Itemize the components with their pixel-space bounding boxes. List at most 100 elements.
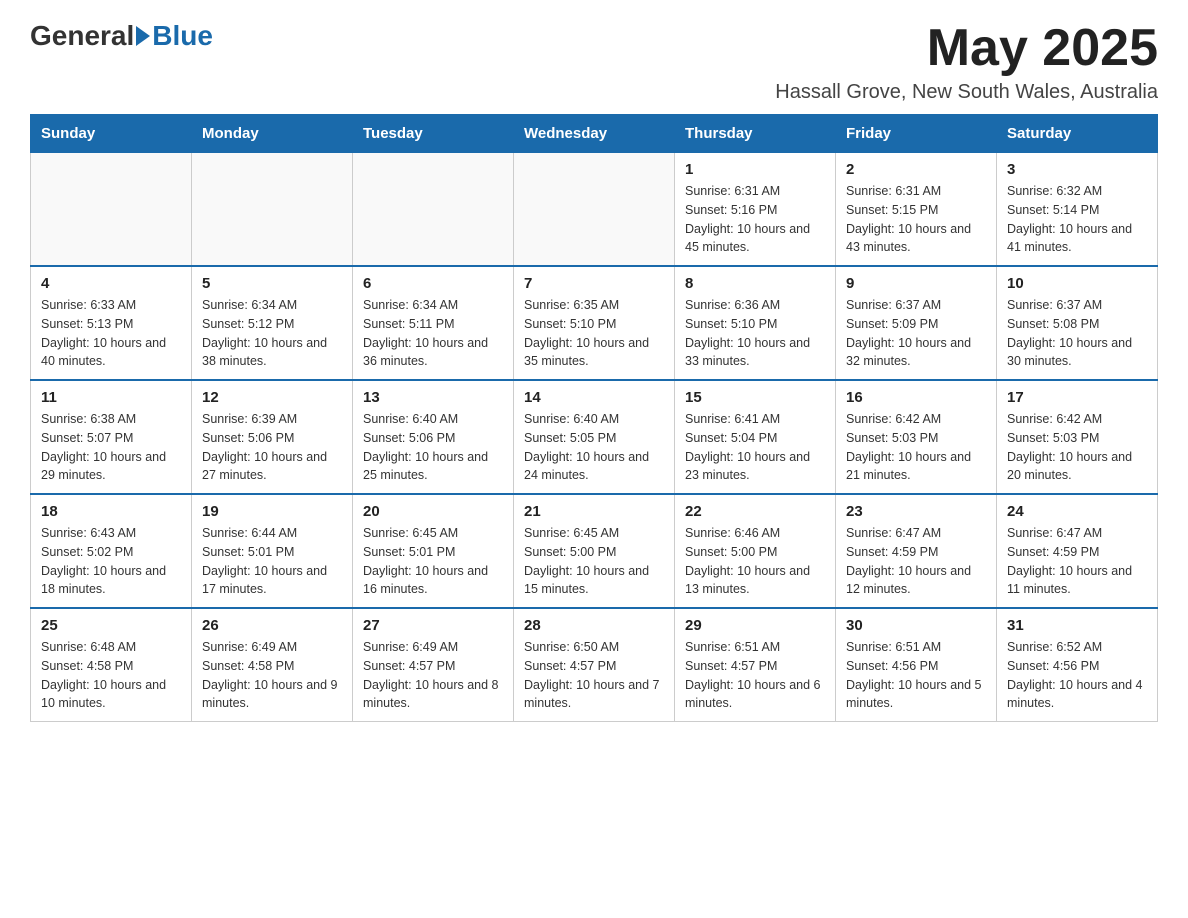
- day-info: Sunrise: 6:48 AM Sunset: 4:58 PM Dayligh…: [41, 638, 181, 713]
- day-number: 20: [363, 503, 503, 520]
- day-info: Sunrise: 6:41 AM Sunset: 5:04 PM Dayligh…: [685, 410, 825, 485]
- day-number: 7: [524, 275, 664, 292]
- day-info: Sunrise: 6:51 AM Sunset: 4:57 PM Dayligh…: [685, 638, 825, 713]
- calendar-cell: 15 Sunrise: 6:41 AM Sunset: 5:04 PM Dayli…: [675, 380, 836, 494]
- calendar-header-row: SundayMondayTuesdayWednesdayThursdayFrid…: [31, 115, 1158, 153]
- calendar-cell: 1 Sunrise: 6:31 AM Sunset: 5:16 PM Daylig…: [675, 153, 836, 267]
- day-info: Sunrise: 6:37 AM Sunset: 5:08 PM Dayligh…: [1007, 296, 1147, 371]
- day-info: Sunrise: 6:44 AM Sunset: 5:01 PM Dayligh…: [202, 524, 342, 599]
- month-title: May 2025: [775, 20, 1158, 77]
- day-info: Sunrise: 6:34 AM Sunset: 5:12 PM Dayligh…: [202, 296, 342, 371]
- calendar-header-friday: Friday: [836, 115, 997, 153]
- day-number: 10: [1007, 275, 1147, 292]
- day-number: 6: [363, 275, 503, 292]
- day-info: Sunrise: 6:43 AM Sunset: 5:02 PM Dayligh…: [41, 524, 181, 599]
- day-info: Sunrise: 6:42 AM Sunset: 5:03 PM Dayligh…: [846, 410, 986, 485]
- calendar-cell: 30 Sunrise: 6:51 AM Sunset: 4:56 PM Dayli…: [836, 608, 997, 722]
- day-info: Sunrise: 6:36 AM Sunset: 5:10 PM Dayligh…: [685, 296, 825, 371]
- day-info: Sunrise: 6:50 AM Sunset: 4:57 PM Dayligh…: [524, 638, 664, 713]
- logo-triangle-icon: [136, 26, 150, 46]
- calendar-cell: 10 Sunrise: 6:37 AM Sunset: 5:08 PM Dayli…: [997, 266, 1158, 380]
- calendar-table: SundayMondayTuesdayWednesdayThursdayFrid…: [30, 114, 1158, 722]
- calendar-cell: 7 Sunrise: 6:35 AM Sunset: 5:10 PM Daylig…: [514, 266, 675, 380]
- day-number: 12: [202, 389, 342, 406]
- calendar-cell: 31 Sunrise: 6:52 AM Sunset: 4:56 PM Dayli…: [997, 608, 1158, 722]
- day-number: 9: [846, 275, 986, 292]
- calendar-cell: 13 Sunrise: 6:40 AM Sunset: 5:06 PM Dayli…: [353, 380, 514, 494]
- day-info: Sunrise: 6:37 AM Sunset: 5:09 PM Dayligh…: [846, 296, 986, 371]
- calendar-cell: 17 Sunrise: 6:42 AM Sunset: 5:03 PM Dayli…: [997, 380, 1158, 494]
- calendar-cell: [353, 153, 514, 267]
- calendar-cell: 9 Sunrise: 6:37 AM Sunset: 5:09 PM Daylig…: [836, 266, 997, 380]
- calendar-cell: 11 Sunrise: 6:38 AM Sunset: 5:07 PM Dayli…: [31, 380, 192, 494]
- day-number: 4: [41, 275, 181, 292]
- day-info: Sunrise: 6:45 AM Sunset: 5:01 PM Dayligh…: [363, 524, 503, 599]
- day-number: 22: [685, 503, 825, 520]
- day-info: Sunrise: 6:45 AM Sunset: 5:00 PM Dayligh…: [524, 524, 664, 599]
- day-info: Sunrise: 6:49 AM Sunset: 4:58 PM Dayligh…: [202, 638, 342, 713]
- day-info: Sunrise: 6:33 AM Sunset: 5:13 PM Dayligh…: [41, 296, 181, 371]
- day-info: Sunrise: 6:51 AM Sunset: 4:56 PM Dayligh…: [846, 638, 986, 713]
- day-number: 13: [363, 389, 503, 406]
- calendar-header-monday: Monday: [192, 115, 353, 153]
- calendar-week-row: 11 Sunrise: 6:38 AM Sunset: 5:07 PM Dayli…: [31, 380, 1158, 494]
- logo-area: General Blue: [30, 20, 213, 52]
- page-header: General Blue May 2025 Hassall Grove, New…: [30, 20, 1158, 104]
- calendar-cell: 12 Sunrise: 6:39 AM Sunset: 5:06 PM Dayli…: [192, 380, 353, 494]
- day-number: 3: [1007, 161, 1147, 178]
- calendar-cell: 3Sunrise: 6:32 AM Sunset: 5:14 PM Daylig…: [997, 153, 1158, 267]
- day-info: Sunrise: 6:34 AM Sunset: 5:11 PM Dayligh…: [363, 296, 503, 371]
- day-number: 15: [685, 389, 825, 406]
- location-title: Hassall Grove, New South Wales, Australi…: [775, 81, 1158, 104]
- calendar-cell: 4 Sunrise: 6:33 AM Sunset: 5:13 PM Daylig…: [31, 266, 192, 380]
- calendar-week-row: 18 Sunrise: 6:43 AM Sunset: 5:02 PM Dayli…: [31, 494, 1158, 608]
- day-number: 25: [41, 617, 181, 634]
- calendar-cell: 29Sunrise: 6:51 AM Sunset: 4:57 PM Dayli…: [675, 608, 836, 722]
- day-info: Sunrise: 6:49 AM Sunset: 4:57 PM Dayligh…: [363, 638, 503, 713]
- day-number: 14: [524, 389, 664, 406]
- calendar-cell: 5Sunrise: 6:34 AM Sunset: 5:12 PM Daylig…: [192, 266, 353, 380]
- day-info: Sunrise: 6:42 AM Sunset: 5:03 PM Dayligh…: [1007, 410, 1147, 485]
- day-number: 11: [41, 389, 181, 406]
- day-info: Sunrise: 6:40 AM Sunset: 5:06 PM Dayligh…: [363, 410, 503, 485]
- day-info: Sunrise: 6:40 AM Sunset: 5:05 PM Dayligh…: [524, 410, 664, 485]
- day-info: Sunrise: 6:39 AM Sunset: 5:06 PM Dayligh…: [202, 410, 342, 485]
- calendar-cell: 18 Sunrise: 6:43 AM Sunset: 5:02 PM Dayli…: [31, 494, 192, 608]
- calendar-cell: 22Sunrise: 6:46 AM Sunset: 5:00 PM Dayli…: [675, 494, 836, 608]
- day-info: Sunrise: 6:38 AM Sunset: 5:07 PM Dayligh…: [41, 410, 181, 485]
- calendar-cell: 20 Sunrise: 6:45 AM Sunset: 5:01 PM Dayli…: [353, 494, 514, 608]
- calendar-week-row: 4 Sunrise: 6:33 AM Sunset: 5:13 PM Daylig…: [31, 266, 1158, 380]
- calendar-header-saturday: Saturday: [997, 115, 1158, 153]
- day-info: Sunrise: 6:31 AM Sunset: 5:16 PM Dayligh…: [685, 182, 825, 257]
- calendar-cell: 14 Sunrise: 6:40 AM Sunset: 5:05 PM Dayli…: [514, 380, 675, 494]
- day-info: Sunrise: 6:52 AM Sunset: 4:56 PM Dayligh…: [1007, 638, 1147, 713]
- calendar-cell: 8 Sunrise: 6:36 AM Sunset: 5:10 PM Daylig…: [675, 266, 836, 380]
- day-number: 18: [41, 503, 181, 520]
- logo-blue-text: Blue: [152, 20, 213, 52]
- logo-general-text: General: [30, 20, 134, 52]
- day-number: 23: [846, 503, 986, 520]
- day-number: 30: [846, 617, 986, 634]
- day-info: Sunrise: 6:31 AM Sunset: 5:15 PM Dayligh…: [846, 182, 986, 257]
- calendar-cell: 16 Sunrise: 6:42 AM Sunset: 5:03 PM Dayli…: [836, 380, 997, 494]
- day-number: 19: [202, 503, 342, 520]
- calendar-cell: [31, 153, 192, 267]
- day-number: 16: [846, 389, 986, 406]
- day-number: 27: [363, 617, 503, 634]
- day-number: 8: [685, 275, 825, 292]
- calendar-cell: [192, 153, 353, 267]
- calendar-cell: 21Sunrise: 6:45 AM Sunset: 5:00 PM Dayli…: [514, 494, 675, 608]
- calendar-cell: 24Sunrise: 6:47 AM Sunset: 4:59 PM Dayli…: [997, 494, 1158, 608]
- calendar-cell: 27 Sunrise: 6:49 AM Sunset: 4:57 PM Dayli…: [353, 608, 514, 722]
- day-info: Sunrise: 6:47 AM Sunset: 4:59 PM Dayligh…: [846, 524, 986, 599]
- logo: General Blue: [30, 20, 213, 52]
- calendar-cell: 2Sunrise: 6:31 AM Sunset: 5:15 PM Daylig…: [836, 153, 997, 267]
- day-number: 31: [1007, 617, 1147, 634]
- day-number: 26: [202, 617, 342, 634]
- day-number: 17: [1007, 389, 1147, 406]
- calendar-cell: 6 Sunrise: 6:34 AM Sunset: 5:11 PM Daylig…: [353, 266, 514, 380]
- calendar-week-row: 1 Sunrise: 6:31 AM Sunset: 5:16 PM Daylig…: [31, 153, 1158, 267]
- calendar-week-row: 25 Sunrise: 6:48 AM Sunset: 4:58 PM Dayli…: [31, 608, 1158, 722]
- day-number: 1: [685, 161, 825, 178]
- day-info: Sunrise: 6:35 AM Sunset: 5:10 PM Dayligh…: [524, 296, 664, 371]
